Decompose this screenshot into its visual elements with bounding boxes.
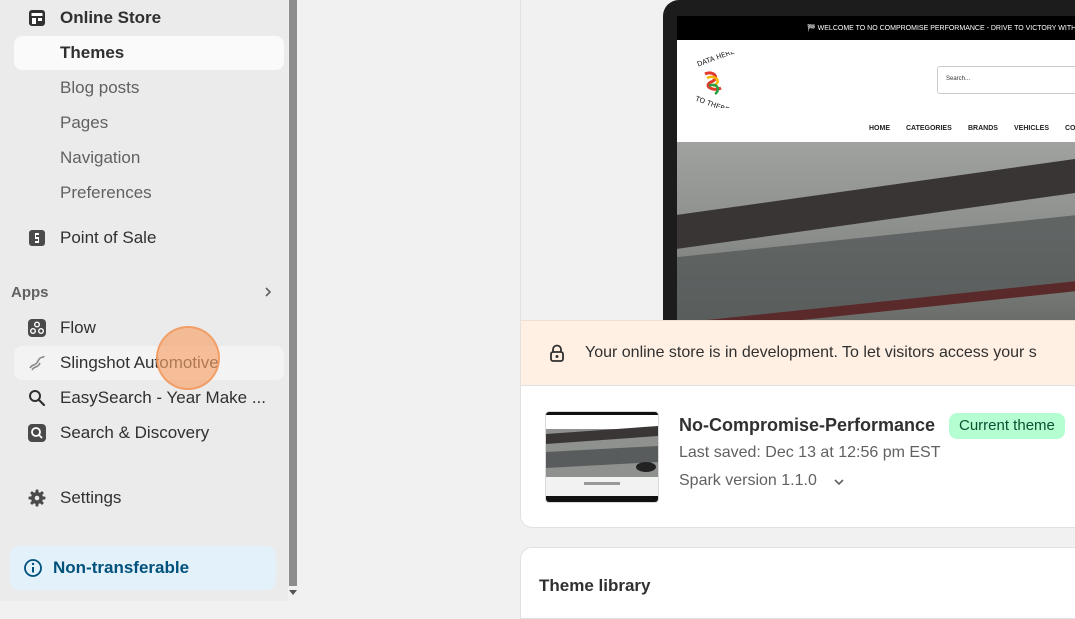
current-theme-card: 🏁 WELCOME TO NO COMPROMISE PERFORMANCE -…: [520, 0, 1075, 528]
flow-icon: [26, 317, 48, 339]
sidebar-item-themes[interactable]: Themes: [14, 36, 284, 70]
store-logo: DATA HERE TO THERE: [693, 52, 736, 108]
svg-text:TO THERE: TO THERE: [693, 94, 730, 108]
sidebar-item-point-of-sale[interactable]: Point of Sale: [14, 221, 284, 255]
last-saved-text: Last saved: Dec 13 at 12:56 pm EST: [679, 444, 941, 461]
svg-text:DATA HERE: DATA HERE: [696, 52, 736, 68]
theme-version[interactable]: Spark version 1.1.0: [679, 472, 817, 490]
sidebar-item-blog-posts[interactable]: Blog posts: [14, 71, 284, 105]
development-banner-text: Your online store is in development. To …: [585, 344, 1037, 361]
sidebar-item-label: Pages: [60, 113, 109, 132]
preview-screen: 🏁 WELCOME TO NO COMPROMISE PERFORMANCE -…: [677, 16, 1075, 320]
info-icon: [22, 557, 44, 579]
sidebar-item-label: Preferences: [60, 183, 152, 202]
apps-section-label: Apps: [11, 284, 49, 301]
sidebar-item-label: Flow: [60, 318, 96, 337]
preview-search-input: Search...: [937, 66, 1075, 94]
sidebar-item-preferences[interactable]: Preferences: [14, 176, 284, 210]
theme-library-card: Theme library: [520, 547, 1075, 619]
search-discovery-icon: [26, 422, 48, 444]
preview-menu-vehicles: VEHICLES: [1014, 125, 1050, 132]
cursor-highlight: [156, 326, 220, 390]
sidebar-item-easysearch[interactable]: EasySearch - Year Make ...: [14, 381, 284, 415]
non-transferable-notice[interactable]: Non-transferable: [10, 546, 276, 590]
preview-menu-more: CO: [1065, 125, 1075, 132]
search-icon: [26, 387, 48, 409]
notice-label: Non-transferable: [53, 558, 190, 577]
scroll-down-arrow-icon[interactable]: [289, 590, 297, 595]
sidebar-item-label: Settings: [60, 488, 122, 507]
sidebar: Online Store Themes Blog posts Pages Nav…: [0, 0, 288, 601]
preview-menu-home: HOME: [869, 125, 890, 132]
sidebar-item-label: Blog posts: [60, 78, 140, 97]
store-icon: [26, 7, 48, 29]
sidebar-item-label: Navigation: [60, 148, 141, 167]
theme-library-title: Theme library: [539, 576, 651, 595]
sidebar-item-navigation[interactable]: Navigation: [14, 141, 284, 175]
theme-row: No-Compromise-Performance Current theme …: [521, 385, 1075, 527]
slingshot-icon: [26, 352, 48, 374]
chevron-down-icon[interactable]: [833, 476, 845, 488]
development-banner: Your online store is in development. To …: [521, 320, 1075, 386]
sidebar-item-label: EasySearch - Year Make ...: [60, 388, 266, 407]
point-of-sale-icon: [26, 227, 48, 249]
sidebar-item-online-store[interactable]: Online Store: [14, 1, 284, 35]
preview-menu-categories: CATEGORIES: [906, 125, 952, 132]
sidebar-item-flow[interactable]: Flow: [14, 311, 284, 345]
announcement-text: 🏁 WELCOME TO NO COMPROMISE PERFORMANCE -…: [807, 25, 1075, 32]
preview-search-placeholder: Search...: [946, 76, 971, 82]
current-theme-badge: Current theme: [949, 413, 1065, 439]
sidebar-item-label: Point of Sale: [60, 228, 157, 247]
lock-icon: [550, 344, 564, 362]
preview-menu-brands: BRANDS: [968, 125, 998, 132]
preview-hero-image: [677, 142, 1075, 320]
sidebar-item-pages[interactable]: Pages: [14, 106, 284, 140]
chevron-right-icon[interactable]: [262, 286, 274, 298]
sidebar-item-label: Search & Discovery: [60, 423, 210, 442]
sidebar-item-label: Online Store: [60, 8, 162, 27]
sidebar-item-search-discovery[interactable]: Search & Discovery: [14, 416, 284, 450]
theme-name: No-Compromise-Performance: [679, 415, 936, 435]
announcement-bar: 🏁 WELCOME TO NO COMPROMISE PERFORMANCE -…: [677, 16, 1075, 40]
sidebar-item-settings[interactable]: Settings: [14, 481, 284, 515]
theme-preview[interactable]: 🏁 WELCOME TO NO COMPROMISE PERFORMANCE -…: [521, 0, 1075, 330]
sidebar-item-slingshot[interactable]: Slingshot Automotive: [14, 346, 284, 380]
gear-icon: [26, 487, 48, 509]
theme-thumbnail[interactable]: [545, 411, 659, 503]
sidebar-scrollbar-thumb[interactable]: [289, 0, 297, 586]
sidebar-item-label: Themes: [60, 43, 125, 62]
